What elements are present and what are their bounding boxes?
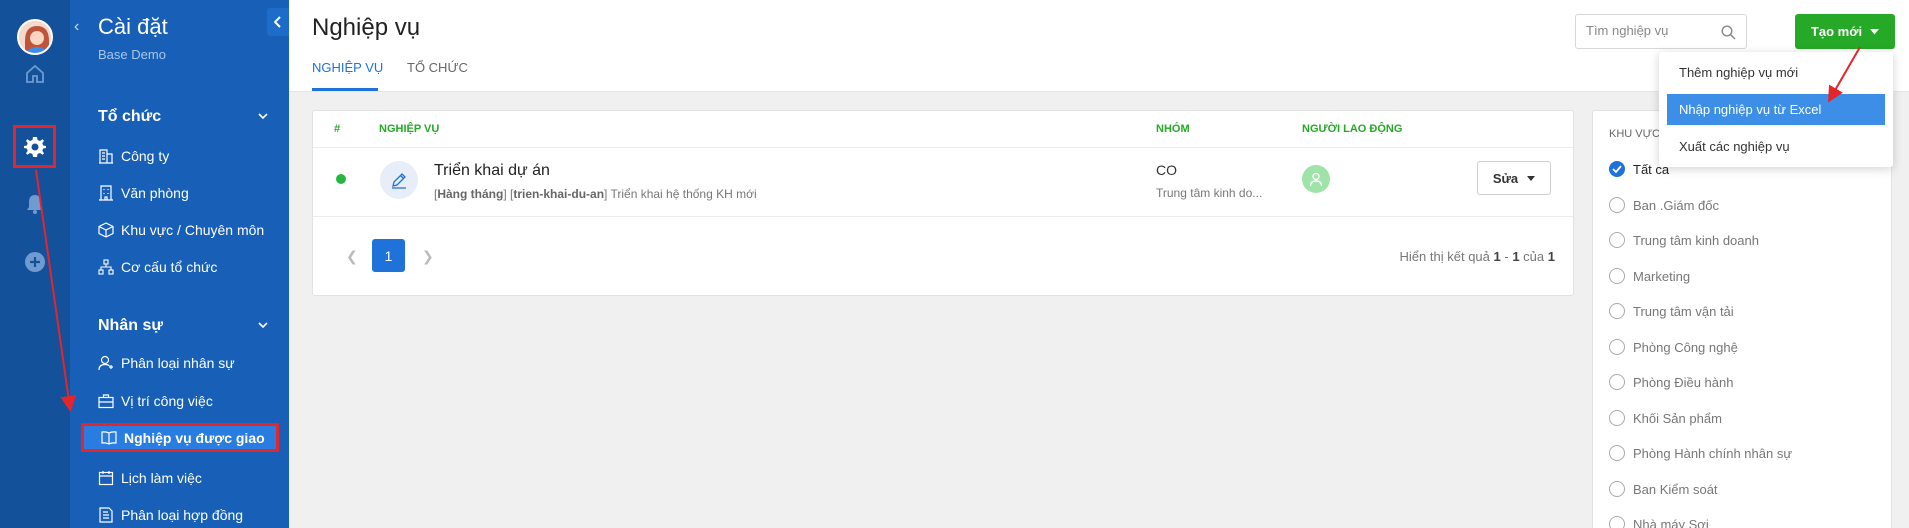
filter-option[interactable]: Ban .Giám đốc xyxy=(1609,197,1719,213)
filter-option[interactable]: Phòng Công nghệ xyxy=(1609,339,1738,355)
task-code-tag: trien-khai-du-an xyxy=(513,187,605,201)
page-number-current[interactable]: 1 xyxy=(372,239,405,272)
user-icon xyxy=(98,355,113,371)
caret-down-icon xyxy=(1527,175,1536,181)
filter-option[interactable]: Nhà máy Sợi xyxy=(1609,516,1709,528)
radio-icon xyxy=(1609,232,1625,248)
home-icon[interactable] xyxy=(15,54,55,94)
filter-option[interactable]: Trung tâm kinh doanh xyxy=(1609,232,1759,248)
filter-option[interactable]: Phòng Hành chính nhân sự xyxy=(1609,445,1792,461)
task-name[interactable]: Triển khai dự án xyxy=(434,162,550,180)
filter-option[interactable]: Ban Kiểm soát xyxy=(1609,481,1718,497)
tab-to-chuc[interactable]: TỔ CHỨC xyxy=(407,60,468,75)
radio-icon xyxy=(1609,410,1625,426)
back-chevron-icon[interactable]: ‹ xyxy=(74,18,79,36)
collapse-sidebar-button[interactable] xyxy=(267,8,289,36)
chevron-down-icon[interactable] xyxy=(258,113,268,120)
calendar-icon xyxy=(98,471,114,486)
create-dropdown-menu: Thêm nghiệp vụ mới Nhập nghiệp vụ từ Exc… xyxy=(1659,52,1893,167)
sidebar-section-to-chuc[interactable]: Tổ chức xyxy=(98,108,161,126)
book-icon xyxy=(101,430,117,445)
edit-button[interactable]: Sửa xyxy=(1477,161,1551,195)
status-dot xyxy=(336,174,346,184)
filter-option[interactable]: Khối Sản phẩm xyxy=(1609,410,1722,426)
radio-icon xyxy=(1609,303,1625,319)
sidebar-item-lich-lam-viec[interactable]: Lịch làm việc xyxy=(98,466,202,490)
radio-icon xyxy=(1609,268,1625,284)
icon-rail xyxy=(0,0,70,528)
sidebar-item-vi-tri-cong-viec[interactable]: Vị trí công việc xyxy=(98,389,213,413)
sidebar-item-phan-loai-hop-dong[interactable]: Phân loại hợp đồng xyxy=(98,503,243,527)
filter-option[interactable]: Marketing xyxy=(1609,268,1690,284)
caret-down-icon xyxy=(1870,28,1880,34)
chevron-left-icon xyxy=(274,16,281,28)
radio-icon xyxy=(1609,481,1625,497)
menu-item-import-excel[interactable]: Nhập nghiệp vụ từ Excel xyxy=(1667,94,1885,125)
settings-sidebar: ‹ Cài đặt Base Demo Tổ chức Công ty Văn … xyxy=(70,0,289,528)
header-divider xyxy=(313,147,1573,148)
task-group-sub: Trung tâm kinh do... xyxy=(1156,186,1263,200)
sidebar-item-khu-vuc[interactable]: Khu vực / Chuyên môn xyxy=(98,218,264,242)
task-pen-icon xyxy=(380,161,418,199)
briefcase-icon xyxy=(98,394,114,409)
create-new-button[interactable]: Tạo mới xyxy=(1795,14,1895,49)
previous-page-icon[interactable]: ❮ xyxy=(346,248,358,265)
radio-icon xyxy=(1609,197,1625,213)
page-title: Nghiệp vụ xyxy=(312,14,421,41)
tasks-table: # NGHIỆP VỤ NHÓM NGƯỜI LAO ĐỘNG Triển kh… xyxy=(312,110,1574,296)
filter-option[interactable]: Trung tâm vận tải xyxy=(1609,303,1734,319)
cube-icon xyxy=(98,222,114,238)
office-icon xyxy=(99,185,113,201)
sidebar-item-cong-ty[interactable]: Công ty xyxy=(98,144,169,168)
radio-icon xyxy=(1609,339,1625,355)
contract-icon xyxy=(99,507,113,523)
building-icon xyxy=(99,149,113,164)
filter-header: KHU VỰC xyxy=(1609,128,1660,140)
radio-icon xyxy=(1609,374,1625,390)
task-desc-text: Triển khai hệ thống KH mới xyxy=(610,187,757,201)
chevron-down-icon[interactable] xyxy=(258,322,268,329)
radio-icon xyxy=(1609,445,1625,461)
task-frequency-tag: Hàng tháng xyxy=(437,187,504,201)
task-description: [Hàng tháng] [trien-khai-du-an] Triển kh… xyxy=(434,187,757,201)
search-box[interactable] xyxy=(1575,14,1747,49)
bell-icon[interactable] xyxy=(15,184,55,224)
add-circle-icon[interactable] xyxy=(15,242,55,282)
sidebar-subtitle: Base Demo xyxy=(98,47,166,62)
column-header-nghiep-vu[interactable]: NGHIỆP VỤ xyxy=(379,123,439,135)
tab-nghiep-vu[interactable]: NGHIỆP VỤ xyxy=(312,60,383,75)
sidebar-item-co-cau[interactable]: Cơ cấu tổ chức xyxy=(98,255,217,279)
task-group: CO xyxy=(1156,162,1177,178)
employee-avatar-icon[interactable] xyxy=(1302,165,1330,193)
next-page-icon[interactable]: ❯ xyxy=(422,248,434,265)
search-icon[interactable] xyxy=(1721,25,1736,40)
sidebar-title: Cài đặt xyxy=(98,14,168,39)
sidebar-item-nghiep-vu-duoc-giao[interactable]: Nghiệp vụ được giao xyxy=(81,423,279,452)
row-divider xyxy=(313,216,1573,217)
search-input[interactable] xyxy=(1586,23,1716,38)
sidebar-section-nhan-su[interactable]: Nhân sự xyxy=(98,317,163,335)
sidebar-item-phan-loai-nhan-su[interactable]: Phân loại nhân sự xyxy=(98,351,235,375)
pagination-info: Hiển thị kết quả 1 - 1 của 1 xyxy=(1399,249,1555,264)
column-header-index: # xyxy=(334,123,341,135)
column-header-nhom[interactable]: NHÓM xyxy=(1156,123,1190,135)
menu-item-add-task[interactable]: Thêm nghiệp vụ mới xyxy=(1667,57,1885,88)
radio-icon xyxy=(1609,516,1625,528)
area-filter-panel: KHU VỰC Tất cả Ban .Giám đốc Trung tâm k… xyxy=(1592,110,1892,528)
user-avatar[interactable] xyxy=(17,19,53,55)
settings-highlight-box xyxy=(13,125,56,168)
active-tab-indicator xyxy=(312,88,378,91)
org-chart-icon xyxy=(98,259,114,275)
sidebar-item-van-phong[interactable]: Văn phòng xyxy=(98,181,189,205)
menu-item-export-tasks[interactable]: Xuất các nghiệp vụ xyxy=(1667,131,1885,162)
column-header-nguoi-lao-dong[interactable]: NGƯỜI LAO ĐỘNG xyxy=(1302,123,1402,135)
checked-circle-icon xyxy=(1609,161,1625,177)
filter-option[interactable]: Phòng Điều hành xyxy=(1609,374,1733,390)
